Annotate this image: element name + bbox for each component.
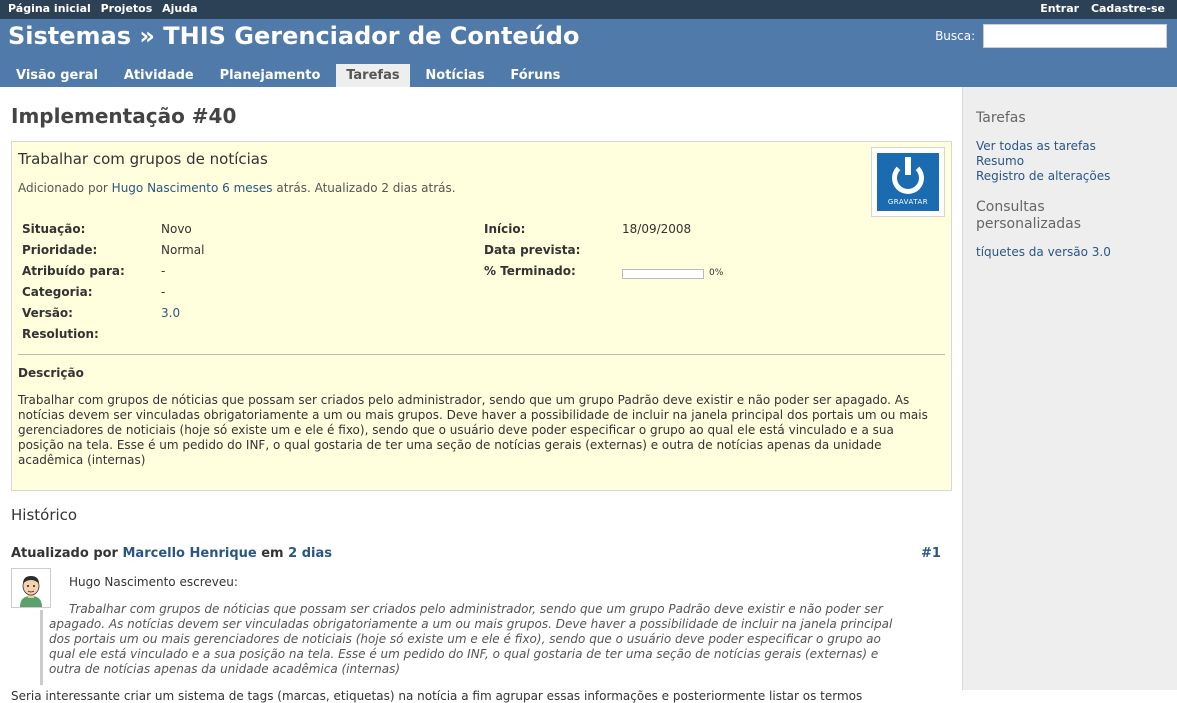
tab-issues[interactable]: Tarefas: [336, 64, 410, 87]
updated-suffix: atrás. Atualizado 2 dias atrás.: [272, 181, 456, 195]
tab-roadmap[interactable]: Planejamento: [210, 64, 331, 87]
search-area: Busca:: [935, 24, 1167, 48]
quote-author: Hugo Nascimento escreveu:: [69, 575, 238, 589]
priority-value: Normal: [161, 243, 205, 257]
gravatar-icon: GRAVATAR: [877, 153, 939, 211]
assigned-label: Atribuído para:: [22, 264, 125, 278]
done-progress-bar: [622, 269, 704, 279]
tab-activity[interactable]: Atividade: [114, 64, 204, 87]
sidebar-query-version-3[interactable]: tíquetes da versão 3.0: [976, 245, 1111, 259]
version-link[interactable]: 3.0: [161, 306, 180, 320]
category-value: -: [161, 285, 166, 299]
quote-body: Trabalhar com grupos de nóticias que pos…: [49, 602, 893, 676]
search-label: Busca:: [935, 28, 976, 43]
top-menu: Página inicial Projetos Ajuda Entrar Cad…: [0, 0, 1177, 19]
sidebar-queries-title-2: personalizadas: [976, 216, 1082, 232]
sidebar-link-changelog[interactable]: Registro de alterações: [976, 169, 1110, 183]
start-value: 18/09/2008: [622, 222, 692, 236]
quote-text: Trabalhar com grupos de nóticias que pos…: [49, 602, 909, 677]
journal-header: Atualizado por Marcello Henrique em 2 di…: [11, 546, 332, 561]
top-menu-left: Página inicial Projetos Ajuda: [8, 2, 204, 15]
author-gravatar: GRAVATAR: [871, 147, 945, 217]
gravatar-text: GRAVATAR: [887, 198, 929, 206]
sidebar: Tarefas Ver todas as tarefas Resumo Regi…: [962, 87, 1177, 690]
resolution-label: Resolution:: [22, 327, 99, 341]
register-link[interactable]: Cadastre-se: [1091, 2, 1165, 15]
category-label: Categoria:: [22, 285, 93, 299]
user-avatar-icon: [12, 569, 50, 607]
added-by-prefix: Adicionado por: [18, 181, 112, 195]
sidebar-link-summary[interactable]: Resumo: [976, 154, 1024, 168]
journal-in: em: [256, 546, 289, 561]
issue-box: Trabalhar com grupos de notícias Adicion…: [11, 141, 952, 491]
journal-updated-by: Atualizado por: [11, 546, 123, 561]
search-input[interactable]: [983, 24, 1167, 48]
description-label: Descrição: [18, 366, 84, 380]
projects-link[interactable]: Projetos: [101, 2, 153, 15]
quote-border: [40, 610, 43, 685]
tab-news[interactable]: Notícias: [415, 64, 494, 87]
done-percent: 0%: [709, 268, 724, 278]
top-menu-right: Entrar Cadastre-se: [1032, 2, 1165, 15]
done-label: % Terminado:: [484, 264, 576, 278]
history-title: Histórico: [11, 506, 78, 524]
priority-label: Prioridade:: [22, 243, 98, 257]
journal-when-link[interactable]: 2 dias: [288, 546, 332, 561]
issue-author-line: Adicionado por Hugo Nascimento 6 meses a…: [18, 181, 456, 195]
sidebar-link-all-tasks[interactable]: Ver todas as tarefas: [976, 139, 1096, 153]
header: Sistemas » THIS Gerenciador de Conteúdo …: [0, 19, 1177, 87]
due-label: Data prevista:: [484, 243, 581, 257]
sidebar-queries-title-1: Consultas: [976, 199, 1045, 215]
journal-number-link[interactable]: #1: [921, 546, 941, 561]
added-ago-link[interactable]: 6 meses: [222, 181, 272, 195]
description-text: Trabalhar com grupos de nóticias que pos…: [18, 393, 928, 467]
assigned-value: -: [161, 264, 166, 278]
help-link[interactable]: Ajuda: [162, 2, 197, 15]
status-value: Novo: [161, 222, 192, 236]
main-menu: Visão geral Atividade Planejamento Taref…: [6, 64, 572, 87]
author-link[interactable]: Hugo Nascimento: [112, 181, 219, 195]
login-link[interactable]: Entrar: [1040, 2, 1079, 15]
divider: [18, 354, 945, 355]
content: Implementação #40 Trabalhar com grupos d…: [0, 87, 961, 703]
version-label: Versão:: [22, 306, 73, 320]
sidebar-tasks-title: Tarefas: [976, 110, 1026, 126]
status-label: Situação:: [22, 222, 86, 236]
journal-reply: Seria interessante criar um sistema de t…: [11, 689, 863, 703]
start-label: Início:: [484, 222, 526, 236]
tab-overview[interactable]: Visão geral: [6, 64, 108, 87]
issue-subject: Trabalhar com grupos de notícias: [18, 150, 268, 168]
avatar: [11, 568, 51, 608]
project-title: Sistemas » THIS Gerenciador de Conteúdo: [8, 22, 580, 50]
home-link[interactable]: Página inicial: [8, 2, 91, 15]
journal-user-link[interactable]: Marcello Henrique: [123, 546, 257, 561]
tab-forums[interactable]: Fóruns: [500, 64, 570, 87]
issue-heading: Implementação #40: [11, 104, 237, 128]
